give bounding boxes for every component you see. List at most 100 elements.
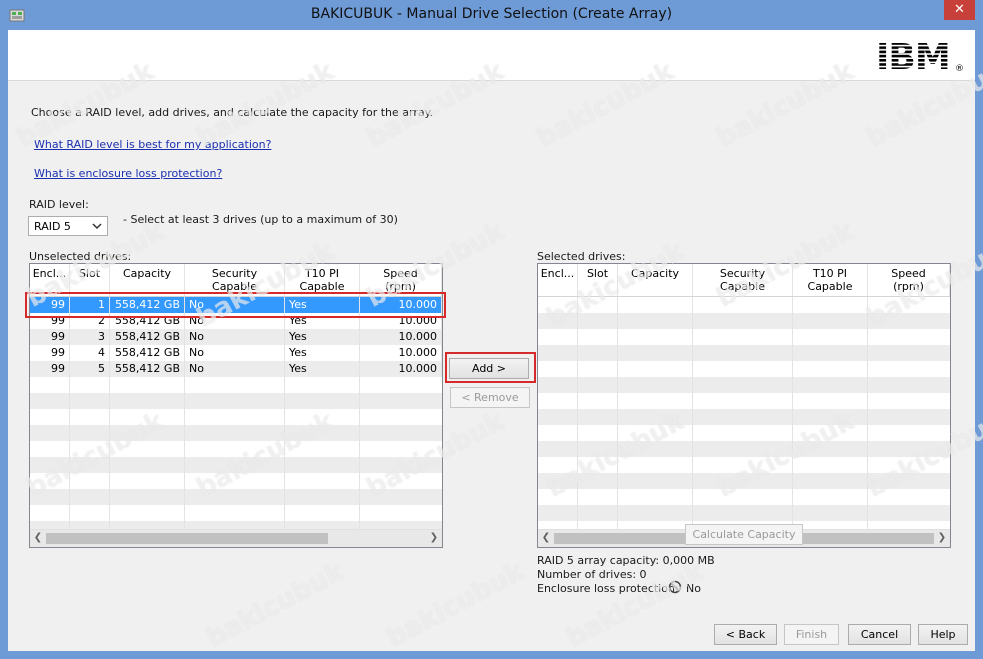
empty-row <box>538 377 950 393</box>
cell-t10pi: Yes <box>285 297 360 313</box>
empty-row <box>30 393 442 409</box>
array-capacity-text: RAID 5 array capacity: 0,000 MB <box>537 554 715 567</box>
column-divider <box>109 376 110 531</box>
column-header-speed[interactable]: Speed (rpm) <box>360 264 442 296</box>
close-button[interactable]: ✕ <box>944 0 975 20</box>
column-header-capacity[interactable]: Capacity <box>618 264 693 296</box>
raid-level-hint: - Select at least 3 drives (up to a maxi… <box>123 213 398 226</box>
cell-enclosure: 99 <box>30 297 70 313</box>
calculate-capacity-button[interactable]: Calculate Capacity <box>685 524 803 545</box>
empty-row <box>30 425 442 441</box>
remove-button[interactable]: < Remove <box>450 387 530 408</box>
unselected-drives-table[interactable]: Encl... Slot Capacity Security Capable T1… <box>29 263 443 548</box>
cell-enclosure: 99 <box>30 329 70 345</box>
svg-text:®: ® <box>955 64 964 74</box>
scrollbar-thumb[interactable] <box>46 533 328 544</box>
help-button[interactable]: Help <box>918 624 968 645</box>
title-bar[interactable]: BAKICUBUK - Manual Drive Selection (Crea… <box>0 0 983 30</box>
column-header-security[interactable]: Security Capable <box>185 264 285 296</box>
window-title: BAKICUBUK - Manual Drive Selection (Crea… <box>310 6 673 22</box>
selected-drives-table[interactable]: Encl... Slot Capacity Security Capable T1… <box>537 263 951 548</box>
enclosure-protection-value: No <box>686 582 701 595</box>
cancel-button[interactable]: Cancel <box>848 624 911 645</box>
empty-row <box>538 505 950 521</box>
column-header-enclosure[interactable]: Encl... <box>30 264 70 296</box>
cell-capacity: 558,412 GB <box>110 345 185 361</box>
add-button[interactable]: Add > <box>449 358 529 379</box>
column-header-capacity[interactable]: Capacity <box>110 264 185 296</box>
table-row[interactable]: 99 1 558,412 GB No Yes 10.000 <box>30 297 442 313</box>
column-header-slot[interactable]: Slot <box>70 264 110 296</box>
empty-row <box>538 361 950 377</box>
enclosure-protection-label: Enclosure loss protection: <box>537 582 679 595</box>
empty-row <box>538 313 950 329</box>
scroll-left-icon[interactable]: ❮ <box>32 532 44 544</box>
table-row[interactable]: 99 4 558,412 GB No Yes 10.000 <box>30 345 442 361</box>
raid-level-value: RAID 5 <box>34 220 71 233</box>
cell-security: No <box>185 297 285 313</box>
empty-row <box>30 409 442 425</box>
scroll-right-icon[interactable]: ❯ <box>936 532 948 544</box>
cell-enclosure: 99 <box>30 313 70 329</box>
cell-slot: 4 <box>70 345 110 361</box>
cell-security: No <box>185 361 285 377</box>
scroll-right-icon[interactable]: ❯ <box>428 532 440 544</box>
raid-level-label: RAID level: <box>29 198 89 211</box>
cell-speed: 10.000 <box>360 297 442 313</box>
cell-speed: 10.000 <box>360 329 442 345</box>
column-header-t10pi[interactable]: T10 PI Capable <box>285 264 360 296</box>
finish-button[interactable]: Finish <box>784 624 839 645</box>
raid-help-link[interactable]: What RAID level is best for my applicati… <box>34 138 271 151</box>
instructions-text: Choose a RAID level, add drives, and cal… <box>31 106 434 119</box>
column-divider <box>692 297 693 532</box>
empty-row <box>538 345 950 361</box>
horizontal-scrollbar[interactable]: ❮ ❯ <box>30 529 442 547</box>
cell-t10pi: Yes <box>285 329 360 345</box>
svg-text:IBM: IBM <box>876 38 950 74</box>
cell-speed: 10.000 <box>360 361 442 377</box>
column-divider <box>792 297 793 532</box>
drive-count-text: Number of drives: 0 <box>537 568 647 581</box>
empty-row <box>538 489 950 505</box>
empty-row <box>30 505 442 521</box>
column-divider <box>69 376 70 531</box>
column-divider <box>577 297 578 532</box>
selected-drives-label: Selected drives: <box>537 250 626 263</box>
empty-row <box>30 441 442 457</box>
column-divider <box>867 297 868 532</box>
column-divider <box>617 297 618 532</box>
column-header-enclosure[interactable]: Encl... <box>538 264 578 296</box>
empty-row <box>538 473 950 489</box>
cell-enclosure: 99 <box>30 345 70 361</box>
empty-row <box>538 441 950 457</box>
column-divider <box>359 376 360 531</box>
table-row[interactable]: 99 3 558,412 GB No Yes 10.000 <box>30 329 442 345</box>
cell-t10pi: Yes <box>285 313 360 329</box>
raid-level-dropdown[interactable]: RAID 5 <box>28 216 108 236</box>
dialog-body: IBM ® Choose a RAID level, add drives, a… <box>8 30 975 651</box>
empty-row <box>538 329 950 345</box>
column-header-security[interactable]: Security Capable <box>693 264 793 296</box>
column-header-speed[interactable]: Speed (rpm) <box>868 264 950 296</box>
back-button[interactable]: < Back <box>714 624 777 645</box>
cell-slot: 5 <box>70 361 110 377</box>
column-divider <box>184 376 185 531</box>
cell-slot: 2 <box>70 313 110 329</box>
cell-capacity: 558,412 GB <box>110 297 185 313</box>
cell-slot: 1 <box>70 297 110 313</box>
scroll-left-icon[interactable]: ❮ <box>540 532 552 544</box>
empty-row <box>538 297 950 313</box>
column-header-slot[interactable]: Slot <box>578 264 618 296</box>
cell-capacity: 558,412 GB <box>110 313 185 329</box>
empty-row <box>538 409 950 425</box>
table-row[interactable]: 99 2 558,412 GB No Yes 10.000 <box>30 313 442 329</box>
enclosure-help-link[interactable]: What is enclosure loss protection? <box>34 167 222 180</box>
column-header-t10pi[interactable]: T10 PI Capable <box>793 264 868 296</box>
prohibited-icon <box>668 580 682 594</box>
empty-row <box>30 457 442 473</box>
empty-row <box>30 489 442 505</box>
column-divider <box>284 376 285 531</box>
unselected-drives-label: Unselected drives: <box>29 250 132 263</box>
empty-row <box>538 457 950 473</box>
table-row[interactable]: 99 5 558,412 GB No Yes 10.000 <box>30 361 442 377</box>
